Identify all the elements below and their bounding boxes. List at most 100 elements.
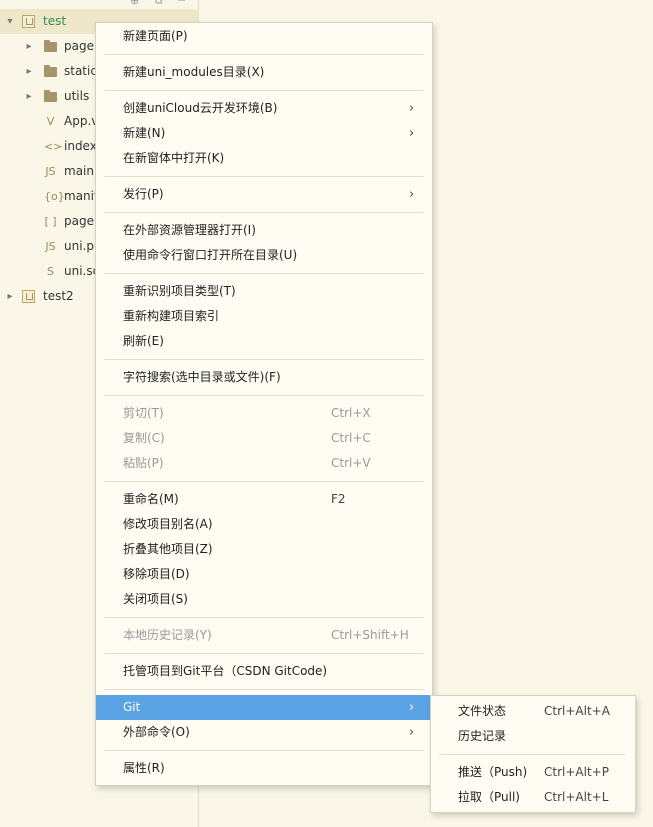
menu-item[interactable]: 在新窗体中打开(K) (96, 146, 432, 171)
menu-separator (105, 273, 423, 274)
menu-separator (105, 359, 423, 360)
menu-separator (105, 176, 423, 177)
menu-item-label: 新建uni_modules目录(X) (123, 65, 265, 79)
chevron-right-icon[interactable]: ▸ (3, 284, 17, 309)
git-submenu: 文件状态 Ctrl+Alt+A 历史记录 推送（Push) Ctrl+Alt+P 拉取（P… (430, 695, 636, 813)
menu-item[interactable]: 托管项目到Git平台（CSDN GitCode) (96, 659, 432, 684)
menu-item: 本地历史记录(Y) Ctrl+Shift+H (96, 623, 432, 648)
menu-item-label: 外部命令(O) (123, 725, 190, 739)
submenu-item[interactable]: 历史记录 (431, 724, 635, 749)
menu-item[interactable]: 使用命令行窗口打开所在目录(U) (96, 243, 432, 268)
menu-item[interactable]: 新建(N) › (96, 121, 432, 146)
tree-item-label: page (64, 214, 94, 228)
menu-item-label: 在外部资源管理器打开(I) (123, 223, 256, 237)
tree-item-label: test (43, 14, 67, 28)
menu-item[interactable]: 移除项目(D) (96, 562, 432, 587)
menu-item-label: 本地历史记录(Y) (123, 628, 212, 642)
menu-separator (105, 212, 423, 213)
submenu-item[interactable]: 拉取（Pull) Ctrl+Alt+L (431, 785, 635, 810)
menu-separator (105, 90, 423, 91)
menu-item-label: 粘贴(P) (123, 456, 164, 470)
menu-item: 剪切(T) Ctrl+X (96, 401, 432, 426)
menu-item[interactable]: 重新识别项目类型(T) (96, 279, 432, 304)
menu-item[interactable]: 外部命令(O) › (96, 720, 432, 745)
menu-item[interactable]: 刷新(E) (96, 329, 432, 354)
menu-item-label: 移除项目(D) (123, 567, 190, 581)
menu-item-label: 在新窗体中打开(K) (123, 151, 225, 165)
tree-item-label: index (64, 139, 97, 153)
menu-item-label: 复制(C) (123, 431, 165, 445)
menu-item-shortcut: Ctrl+V (331, 456, 371, 470)
menu-item[interactable]: 重新构建项目索引 (96, 304, 432, 329)
context-menu: 新建页面(P) 新建uni_modules目录(X) 创建uniCloud云开发环境… (95, 22, 433, 786)
submenu-item-label: 历史记录 (458, 729, 507, 743)
tree-item-label: manif (64, 189, 99, 203)
menu-item-shortcut: Ctrl+C (331, 431, 371, 445)
menu-item[interactable]: Git › (96, 695, 432, 720)
chevron-right-icon[interactable]: ▸ (22, 84, 36, 109)
menu-item-label: 折叠其他项目(Z) (123, 542, 213, 556)
tree-item-label: uni.sc (64, 264, 100, 278)
menu-item: 复制(C) Ctrl+C (96, 426, 432, 451)
submenu-item-shortcut: Ctrl+Alt+L (544, 790, 609, 804)
submenu-item[interactable]: 推送（Push) Ctrl+Alt+P (431, 760, 635, 785)
menu-item-label: 重新构建项目索引 (123, 309, 220, 323)
chevron-down-icon[interactable]: ▾ (3, 9, 17, 34)
chevron-right-icon[interactable]: ▸ (22, 59, 36, 84)
html-file-icon: <> (44, 140, 63, 153)
tree-item-label: utils (64, 89, 90, 103)
menu-item-label: 剪切(T) (123, 406, 164, 420)
submenu-item[interactable]: 文件状态 Ctrl+Alt+A (431, 699, 635, 724)
menu-separator (439, 754, 625, 755)
menu-item-label: 新建页面(P) (123, 29, 188, 43)
tree-item-label: static (64, 64, 97, 78)
menu-item-label: 关闭项目(S) (123, 592, 188, 606)
menu-item[interactable]: 创建uniCloud云开发环境(B) › (96, 96, 432, 121)
menu-item-label: 字符搜索(选中目录或文件)(F) (123, 370, 281, 384)
menu-item[interactable]: 关闭项目(S) (96, 587, 432, 612)
menu-item[interactable]: 发行(P) › (96, 182, 432, 207)
menu-item-shortcut: Ctrl+Shift+H (331, 628, 409, 642)
js-file-icon: JS (45, 165, 56, 178)
folder-icon (44, 90, 57, 102)
menu-item: 粘贴(P) Ctrl+V (96, 451, 432, 476)
tree-item-label: uni.p (64, 239, 94, 253)
menu-item-shortcut: F2 (331, 492, 346, 506)
menu-separator (105, 750, 423, 751)
chevron-right-icon: › (409, 700, 415, 715)
menu-separator (105, 481, 423, 482)
menu-item[interactable]: 重命名(M) F2 (96, 487, 432, 512)
menu-item[interactable]: 新建页面(P) (96, 24, 432, 49)
folder-icon (44, 40, 57, 52)
explorer-toolbar-icons[interactable]: ⊕ ⧉ ─ (130, 0, 191, 8)
chevron-right-icon: › (409, 187, 415, 202)
json-bracket-icon: [ ] (44, 215, 57, 228)
menu-separator (105, 617, 423, 618)
submenu-item-label: 拉取（Pull) (458, 790, 520, 804)
chevron-right-icon: › (409, 725, 415, 740)
project-icon (22, 290, 35, 303)
chevron-right-icon: › (409, 101, 415, 116)
folder-icon (44, 65, 57, 77)
menu-item[interactable]: 折叠其他项目(Z) (96, 537, 432, 562)
vue-file-icon: V (46, 115, 55, 128)
menu-item-label: 属性(R) (123, 761, 165, 775)
menu-separator (105, 395, 423, 396)
chevron-right-icon[interactable]: ▸ (22, 34, 36, 59)
menu-item[interactable]: 在外部资源管理器打开(I) (96, 218, 432, 243)
scss-file-icon: S (47, 265, 54, 278)
menu-separator (105, 653, 423, 654)
tree-item-label: App.v (64, 114, 99, 128)
menu-item[interactable]: 属性(R) (96, 756, 432, 781)
json-file-icon: {o} (44, 190, 65, 203)
menu-item[interactable]: 修改项目别名(A) (96, 512, 432, 537)
menu-separator (105, 54, 423, 55)
menu-item-label: 修改项目别名(A) (123, 517, 213, 531)
submenu-item-shortcut: Ctrl+Alt+A (544, 704, 610, 718)
menu-item[interactable]: 字符搜索(选中目录或文件)(F) (96, 365, 432, 390)
menu-separator (105, 689, 423, 690)
menu-item-label: 使用命令行窗口打开所在目录(U) (123, 248, 298, 262)
menu-item[interactable]: 新建uni_modules目录(X) (96, 60, 432, 85)
menu-item-label: 刷新(E) (123, 334, 164, 348)
menu-item-label: 创建uniCloud云开发环境(B) (123, 101, 278, 115)
